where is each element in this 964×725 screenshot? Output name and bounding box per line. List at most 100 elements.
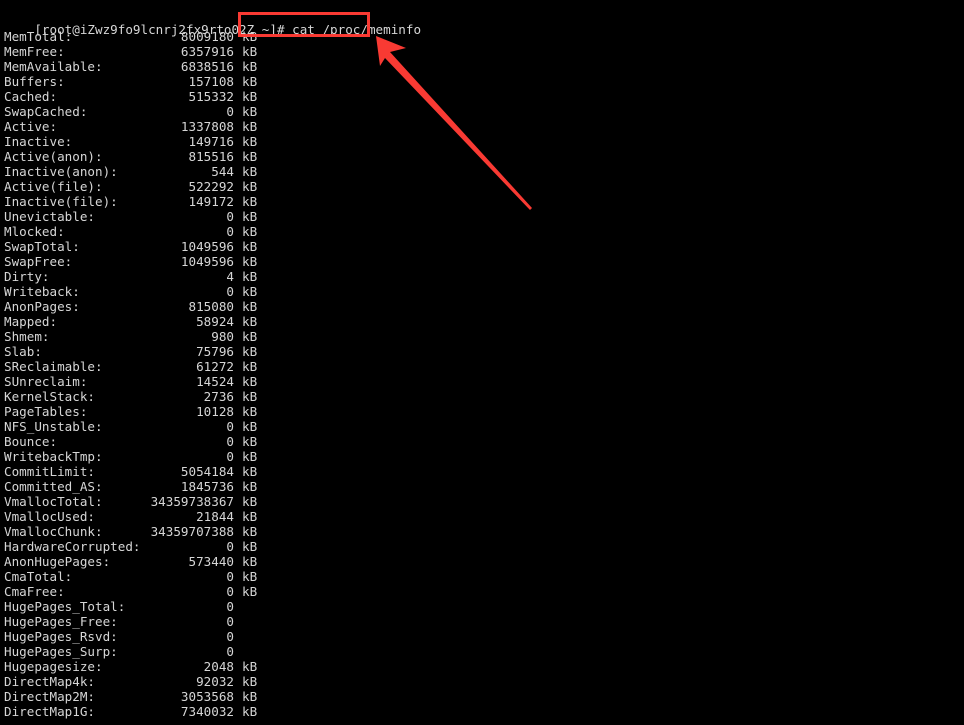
terminal-window[interactable]: [root@iZwz9fo9lcnrj2fx9rto02Z ~]# cat /p… (0, 0, 964, 725)
meminfo-field-value: 573440 (188, 554, 235, 569)
meminfo-field-value: 980 (211, 329, 234, 344)
meminfo-field-unit: kB (242, 89, 258, 104)
meminfo-row: SUnreclaim: 14524 kB (4, 374, 964, 389)
meminfo-field-unit: kB (242, 224, 258, 239)
meminfo-field-label: VmallocTotal: (4, 494, 103, 509)
meminfo-field-label: Inactive(file): (4, 194, 118, 209)
meminfo-field-label: Cached: (4, 89, 58, 104)
meminfo-field-unit: kB (242, 464, 258, 479)
meminfo-field-value: 815080 (188, 299, 235, 314)
meminfo-field-label: SwapCached: (4, 104, 88, 119)
meminfo-row: VmallocChunk: 34359707388 kB (4, 524, 964, 539)
meminfo-field-label: HugePages_Rsvd: (4, 629, 118, 644)
meminfo-field-label: DirectMap1G: (4, 704, 95, 719)
meminfo-row: Mapped: 58924 kB (4, 314, 964, 329)
meminfo-field-unit: kB (242, 269, 258, 284)
meminfo-field-label: SwapTotal: (4, 239, 80, 254)
meminfo-field-unit: kB (242, 434, 258, 449)
meminfo-row: SwapTotal: 1049596 kB (4, 239, 964, 254)
meminfo-row: MemFree: 6357916 kB (4, 44, 964, 59)
meminfo-field-unit: kB (242, 209, 258, 224)
meminfo-field-unit: kB (242, 44, 258, 59)
meminfo-field-value: 149172 (188, 194, 235, 209)
meminfo-field-label: Active: (4, 119, 58, 134)
meminfo-field-label: HardwareCorrupted: (4, 539, 141, 554)
meminfo-field-label: Buffers: (4, 74, 65, 89)
meminfo-field-label: HugePages_Total: (4, 599, 126, 614)
meminfo-row: Slab: 75796 kB (4, 344, 964, 359)
meminfo-row: CommitLimit: 5054184 kB (4, 464, 964, 479)
meminfo-field-value: 14524 (196, 374, 234, 389)
meminfo-row: Cached: 515332 kB (4, 89, 964, 104)
meminfo-field-value: 34359738367 (150, 494, 234, 509)
meminfo-field-unit: kB (242, 329, 258, 344)
meminfo-field-label: AnonPages: (4, 299, 80, 314)
meminfo-field-unit: kB (242, 389, 258, 404)
meminfo-field-label: CmaFree: (4, 584, 65, 599)
meminfo-field-value: 0 (226, 434, 234, 449)
meminfo-field-label: MemFree: (4, 44, 65, 59)
meminfo-field-label: Mlocked: (4, 224, 65, 239)
meminfo-field-value: 0 (226, 209, 234, 224)
meminfo-row: Committed_AS: 1845736 kB (4, 479, 964, 494)
meminfo-field-unit: kB (242, 254, 258, 269)
terminal-prompt-line: [root@iZwz9fo9lcnrj2fx9rto02Z ~]# cat /p… (0, 0, 964, 37)
meminfo-row: Dirty: 4 kB (4, 269, 964, 284)
meminfo-field-unit: kB (242, 374, 258, 389)
meminfo-row: Unevictable: 0 kB (4, 209, 964, 224)
meminfo-field-unit: kB (242, 554, 258, 569)
meminfo-field-unit: kB (242, 509, 258, 524)
meminfo-field-value: 6357916 (180, 44, 234, 59)
meminfo-row: HardwareCorrupted: 0 kB (4, 539, 964, 554)
meminfo-row: PageTables: 10128 kB (4, 404, 964, 419)
meminfo-row: Inactive: 149716 kB (4, 134, 964, 149)
meminfo-field-value: 58924 (196, 314, 234, 329)
meminfo-row: AnonPages: 815080 kB (4, 299, 964, 314)
meminfo-field-value: 0 (226, 284, 234, 299)
meminfo-field-value: 5054184 (180, 464, 234, 479)
meminfo-field-label: Dirty: (4, 269, 50, 284)
meminfo-row: DirectMap2M: 3053568 kB (4, 689, 964, 704)
meminfo-field-value: 522292 (188, 179, 235, 194)
meminfo-field-value: 6838516 (180, 59, 234, 74)
meminfo-field-unit: kB (242, 359, 258, 374)
meminfo-field-value: 1049596 (180, 239, 234, 254)
meminfo-field-value: 157108 (188, 74, 235, 89)
meminfo-row: Shmem: 980 kB (4, 329, 964, 344)
meminfo-field-value: 92032 (196, 674, 234, 689)
meminfo-field-unit: kB (242, 524, 258, 539)
meminfo-field-unit: kB (242, 689, 258, 704)
meminfo-field-unit: kB (242, 539, 258, 554)
meminfo-field-label: VmallocUsed: (4, 509, 95, 524)
meminfo-row: CmaFree: 0 kB (4, 584, 964, 599)
meminfo-field-value: 2736 (203, 389, 234, 404)
meminfo-output: MemTotal: 8009180 kB MemFree: 6357916 kB MemAv… (0, 29, 964, 719)
meminfo-field-value: 0 (226, 599, 234, 614)
meminfo-field-unit: kB (242, 239, 258, 254)
meminfo-field-unit: kB (242, 479, 258, 494)
meminfo-field-label: MemAvailable: (4, 59, 103, 74)
meminfo-row: HugePages_Surp: 0 (4, 644, 964, 659)
meminfo-field-unit: kB (242, 149, 258, 164)
meminfo-field-label: Bounce: (4, 434, 58, 449)
meminfo-field-label: Hugepagesize: (4, 659, 103, 674)
meminfo-field-value: 0 (226, 104, 234, 119)
meminfo-row: Inactive(anon): 544 kB (4, 164, 964, 179)
meminfo-row: Active(anon): 815516 kB (4, 149, 964, 164)
meminfo-field-unit: kB (242, 284, 258, 299)
meminfo-field-value: 0 (226, 584, 234, 599)
meminfo-field-value: 1049596 (180, 254, 234, 269)
meminfo-row: Buffers: 157108 kB (4, 74, 964, 89)
meminfo-field-value: 1845736 (180, 479, 234, 494)
meminfo-field-label: Slab: (4, 344, 42, 359)
meminfo-row: HugePages_Free: 0 (4, 614, 964, 629)
meminfo-field-unit: kB (242, 134, 258, 149)
meminfo-field-label: CommitLimit: (4, 464, 95, 479)
meminfo-field-unit: kB (242, 314, 258, 329)
meminfo-row: HugePages_Total: 0 (4, 599, 964, 614)
meminfo-field-value: 10128 (196, 404, 234, 419)
meminfo-field-value: 0 (226, 614, 234, 629)
meminfo-field-label: Unevictable: (4, 209, 95, 224)
meminfo-field-label: CmaTotal: (4, 569, 73, 584)
meminfo-row: Inactive(file): 149172 kB (4, 194, 964, 209)
